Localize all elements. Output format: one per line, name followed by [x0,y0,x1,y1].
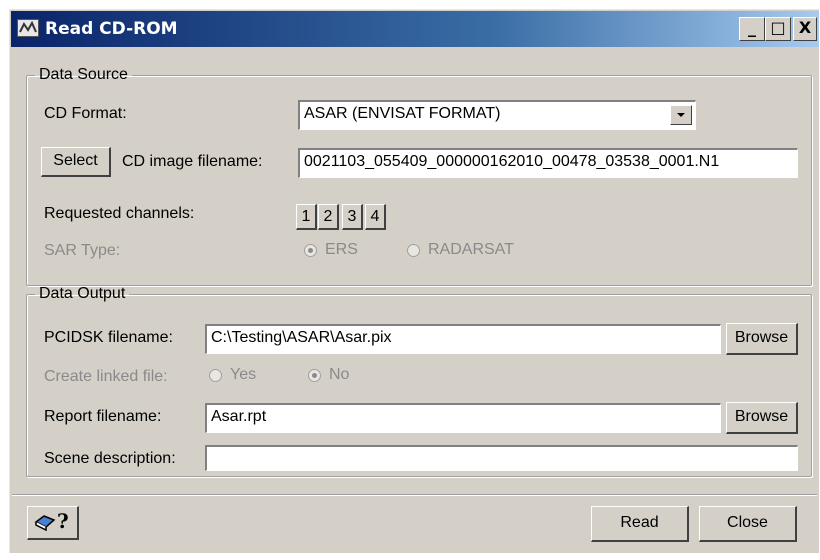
linked-no-label: No [329,366,350,383]
read-cdrom-window: Read CD-ROM _ □ X Data Source CD Format:… [9,9,819,553]
linked-file-label: Create linked file: [44,368,168,385]
minimize-button[interactable]: _ [739,17,765,41]
linked-yes-radio[interactable] [209,369,222,382]
read-button[interactable]: Read [591,506,689,542]
app-icon [17,19,39,37]
close-button[interactable]: Close [699,506,797,542]
sar-radarsat-radio[interactable] [407,244,420,257]
cd-format-dropdown[interactable]: ASAR (ENVISAT FORMAT) [298,100,696,130]
sar-type-label: SAR Type: [44,242,121,259]
cd-format-value: ASAR (ENVISAT FORMAT) [304,105,501,122]
help-book-icon [34,513,56,536]
scene-description-label: Scene description: [44,450,176,467]
sar-ers-radio[interactable] [304,244,317,257]
window-title: Read CD-ROM [45,19,178,39]
report-label: Report filename: [44,408,162,425]
sar-radarsat-label: RADARSAT [428,241,514,258]
report-filename-field[interactable]: Asar.rpt [205,403,721,433]
pcidsk-label: PCIDSK filename: [44,329,173,346]
footer-divider [12,494,817,496]
pcidsk-filename-field[interactable]: C:\Testing\ASAR\Asar.pix [205,324,721,354]
linked-no-radio[interactable] [308,369,321,382]
data-source-legend: Data Source [39,66,128,83]
channels-label: Requested channels: [44,205,195,222]
help-question-mark: ? [57,509,69,533]
maximize-button[interactable]: □ [765,17,791,41]
sar-ers-label: ERS [325,241,358,258]
title-bar[interactable]: Read CD-ROM _ □ X [11,11,819,47]
channel-4-button[interactable]: 4 [365,204,386,230]
data-output-legend: Data Output [39,285,126,302]
report-browse-button[interactable]: Browse [726,402,798,434]
scene-description-field[interactable] [205,445,798,471]
cd-image-label: CD image filename: [122,153,263,170]
pcidsk-browse-button[interactable]: Browse [726,323,798,355]
cd-format-label: CD Format: [44,105,127,122]
channel-3-button[interactable]: 3 [342,204,363,230]
linked-yes-label: Yes [230,366,257,383]
channel-1-button[interactable]: 1 [296,204,317,230]
cd-image-filename-field[interactable]: 0021103_055409_000000162010_00478_03538_… [298,148,798,178]
channel-2-button[interactable]: 2 [318,204,339,230]
chevron-down-icon[interactable] [670,105,692,125]
select-button[interactable]: Select [41,147,111,177]
close-window-button[interactable]: X [793,17,817,41]
help-button[interactable]: ? [27,506,79,540]
